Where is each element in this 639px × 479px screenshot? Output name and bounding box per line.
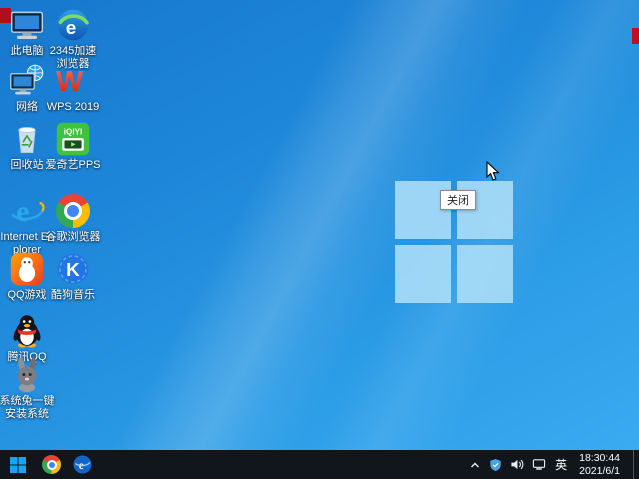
clock-date: 2021/6/1: [579, 465, 620, 478]
taskbar-browser-button[interactable]: e: [67, 450, 98, 479]
volume-icon: [510, 458, 524, 471]
chrome-icon: [54, 192, 92, 230]
chrome-icon: [42, 455, 61, 474]
desktop-icon-kugou[interactable]: K 酷狗音乐: [45, 250, 101, 302]
security-shield-icon: [489, 458, 502, 472]
svg-text:e: e: [16, 196, 29, 228]
svg-text:iQIYI: iQIYI: [64, 128, 82, 137]
wps-icon: W: [54, 62, 92, 100]
xitongtu-installer-icon: [8, 356, 46, 394]
desktop-icon-label: 网络: [16, 101, 38, 114]
screen: 此电脑 网络: [0, 0, 639, 479]
windows-start-icon: [10, 457, 26, 473]
tencent-qq-icon: [8, 312, 46, 350]
show-desktop-button[interactable]: [633, 450, 639, 479]
svg-text:K: K: [66, 260, 80, 281]
red-edge-artifact-left: [0, 8, 11, 23]
network-icon: [532, 458, 546, 471]
browser-2345-icon: e: [54, 6, 92, 44]
qq-games-icon: [8, 250, 46, 288]
desktop-icon-label: QQ游戏: [7, 289, 46, 302]
input-method-indicator[interactable]: 英: [554, 450, 568, 479]
desktop-icon-iqiyi-pps[interactable]: iQIYI 爱奇艺PPS: [45, 120, 101, 172]
taskbar-clock[interactable]: 18:30:44 2021/6/1: [579, 452, 620, 477]
desktop-icon-xitongtu-installer[interactable]: 系统兔一键安装系统: [0, 356, 55, 421]
internet-explorer-icon: e: [8, 192, 46, 230]
windows-logo-pane: [457, 245, 513, 303]
network-tray-button[interactable]: [532, 450, 546, 479]
kugou-music-icon: K: [54, 250, 92, 288]
desktop-icon-label: WPS 2019: [47, 101, 100, 114]
desktop-icon-label: 回收站: [11, 159, 44, 172]
clock-time: 18:30:44: [579, 452, 620, 465]
volume-tray-button[interactable]: [510, 450, 524, 479]
desktop-icon-wps[interactable]: W WPS 2019: [45, 62, 101, 114]
this-pc-icon: [8, 6, 46, 44]
iqiyi-pps-icon: iQIYI: [54, 120, 92, 158]
taskbar-chrome-button[interactable]: [36, 450, 67, 479]
close-tooltip: 关闭: [440, 190, 476, 210]
network-icon: [8, 62, 46, 100]
start-button[interactable]: [0, 450, 36, 479]
recycle-bin-icon: [8, 120, 46, 158]
chevron-up-icon: [469, 459, 481, 471]
desktop-icon-label: 爱奇艺PPS: [45, 159, 100, 172]
desktop-icon-chrome[interactable]: 谷歌浏览器: [45, 192, 101, 244]
browser-e-icon: e: [73, 455, 92, 474]
red-edge-artifact-right: [632, 28, 639, 44]
desktop-wallpaper[interactable]: 此电脑 网络: [0, 0, 639, 450]
desktop-icon-label: 系统兔一键安装系统: [0, 395, 55, 421]
desktop-icon-label: 此电脑: [11, 45, 44, 58]
security-tray-button[interactable]: [489, 450, 502, 479]
mouse-cursor: [486, 161, 500, 187]
svg-text:W: W: [56, 66, 84, 98]
svg-text:e: e: [66, 18, 77, 39]
hidden-icons-button[interactable]: [469, 450, 481, 479]
desktop-icon-label: 酷狗音乐: [51, 289, 95, 302]
desktop-icon-label: 谷歌浏览器: [46, 231, 101, 244]
system-tray: 英 18:30:44 2021/6/1: [469, 450, 639, 479]
windows-logo-pane: [395, 245, 451, 303]
taskbar: e: [0, 450, 639, 479]
